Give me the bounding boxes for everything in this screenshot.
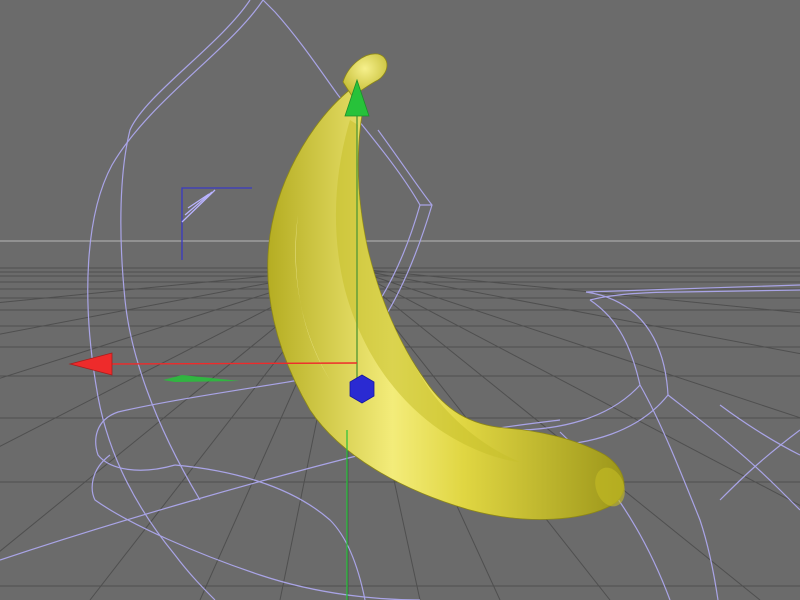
scene-canvas[interactable]	[0, 0, 800, 600]
editor-viewport[interactable]	[0, 0, 800, 600]
